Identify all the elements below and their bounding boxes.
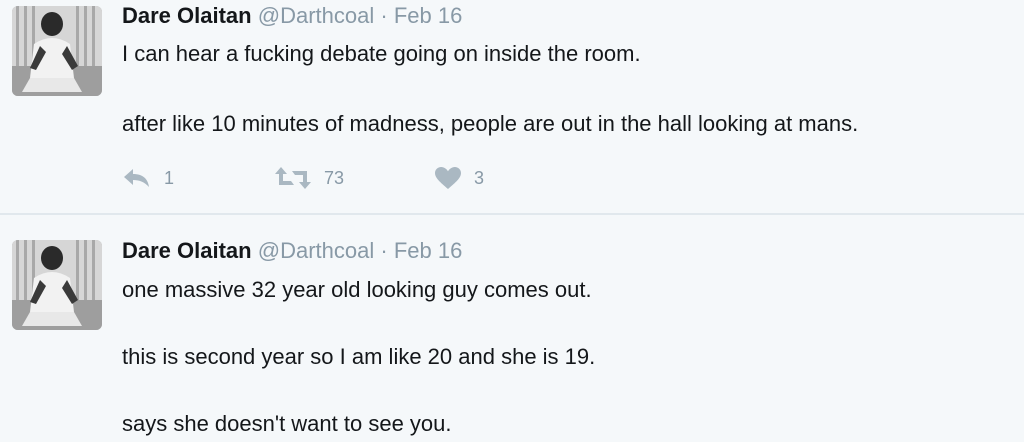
tweet-divider (0, 213, 1024, 215)
tweet-header: Dare Olaitan @Darthcoal · Feb 16 (122, 238, 462, 264)
like-count: 3 (474, 167, 485, 188)
author-name[interactable]: Dare Olaitan (122, 3, 252, 28)
tweet-text-line: I can hear a fucking debate going on ins… (122, 41, 641, 66)
retweet-count: 73 (324, 167, 345, 188)
like-button[interactable]: 3 (434, 162, 484, 194)
tweet-date[interactable]: Feb 16 (394, 3, 463, 28)
separator-dot: · (380, 3, 388, 28)
tweet-date[interactable]: Feb 16 (394, 238, 463, 263)
tweet-text-line: this is second year so I am like 20 and … (122, 344, 596, 369)
author-handle[interactable]: @Darthcoal (258, 238, 375, 263)
tweet-text-line: after like 10 minutes of madness, people… (122, 111, 859, 136)
tweet-text-line: says she doesn't want to see you. (122, 411, 452, 436)
avatar[interactable] (12, 240, 102, 330)
author-name[interactable]: Dare Olaitan (122, 238, 252, 263)
avatar-photo (12, 240, 102, 330)
reply-count: 1 (164, 167, 175, 188)
avatar-photo (12, 6, 102, 96)
tweet-text-line: one massive 32 year old looking guy come… (122, 277, 592, 302)
tweet-header: Dare Olaitan @Darthcoal · Feb 16 (122, 3, 462, 29)
reply-icon (124, 169, 149, 187)
heart-icon (435, 167, 461, 189)
avatar[interactable] (12, 6, 102, 96)
reply-button[interactable]: 1 (122, 162, 174, 194)
retweet-button[interactable]: 73 (274, 162, 344, 194)
tweet[interactable]: Dare Olaitan @Darthcoal · Feb 16 I can h… (0, 0, 1024, 214)
tweet[interactable]: Dare Olaitan @Darthcoal · Feb 16 one mas… (0, 216, 1024, 442)
author-handle[interactable]: @Darthcoal (258, 3, 375, 28)
retweet-icon (275, 167, 311, 189)
separator-dot: · (380, 238, 388, 263)
